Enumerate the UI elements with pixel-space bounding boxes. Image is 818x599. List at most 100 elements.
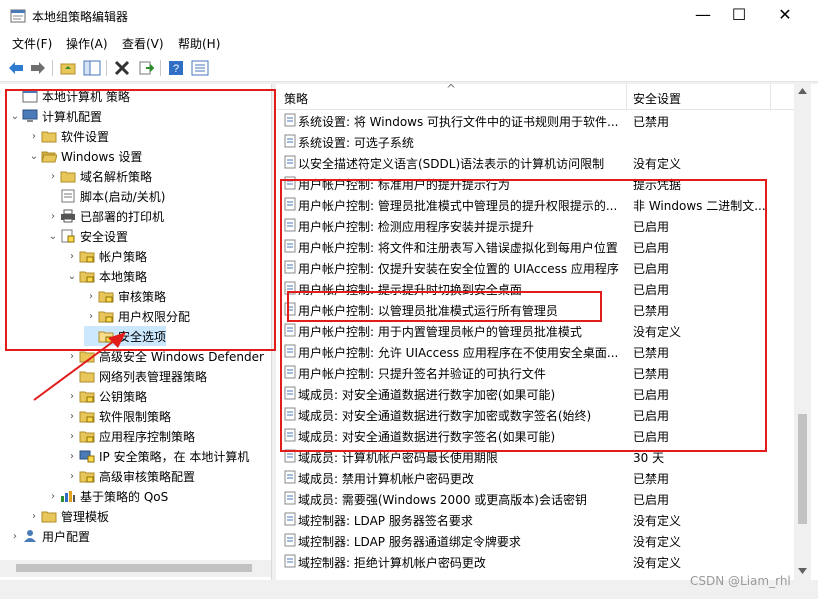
back-arrow-icon[interactable]: [6, 58, 26, 78]
expander-icon[interactable]: ›: [65, 246, 79, 266]
policy-row[interactable]: 域控制器: LDAP 服务器通道绑定令牌要求 没有定义: [276, 530, 794, 551]
policy-item-icon: [284, 176, 296, 190]
up-folder-icon[interactable]: [58, 58, 78, 78]
vertical-scroll-thumb[interactable]: [798, 414, 807, 524]
policy-row[interactable]: 用户帐户控制: 只提升签名并验证的可执行文件 已禁用: [276, 362, 794, 383]
expander-icon[interactable]: ⌄: [8, 106, 22, 126]
export-icon[interactable]: [136, 58, 156, 78]
policy-item-icon: [284, 260, 296, 274]
policy-row[interactable]: 域成员: 对安全通道数据进行数字签名(如果可能) 已启用: [276, 425, 794, 446]
forward-arrow-icon[interactable]: [28, 58, 48, 78]
tree-item-label: 脚本(启动/关机): [80, 189, 166, 204]
tree-item-label: 已部署的打印机: [80, 209, 165, 224]
tree-item[interactable]: › 审核策略: [84, 286, 166, 306]
horizontal-scrollbar[interactable]: [0, 560, 271, 577]
tree-item[interactable]: 脚本(启动/关机): [46, 186, 165, 206]
expander-icon[interactable]: ⌄: [65, 266, 79, 286]
policy-row[interactable]: 用户帐户控制: 允许 UIAccess 应用程序在不使用安全桌面... 已禁用: [276, 341, 794, 362]
tree-item[interactable]: 本地计算机 策略: [8, 86, 130, 106]
expander-icon[interactable]: ›: [84, 306, 98, 326]
expander-icon[interactable]: ›: [27, 506, 41, 526]
tree-item[interactable]: › 软件设置: [27, 126, 109, 146]
expander-icon[interactable]: ›: [46, 486, 60, 506]
vertical-scrollbar[interactable]: [794, 84, 811, 580]
delete-icon[interactable]: [112, 58, 132, 78]
policy-name: 用户帐户控制: 用于内置管理员帐户的管理员批准模式: [298, 325, 582, 339]
policy-name: 用户帐户控制: 提示提升时切换到安全桌面: [298, 283, 522, 297]
tree-item[interactable]: › 基于策略的 QoS: [46, 486, 168, 506]
policy-row[interactable]: 用户帐户控制: 以管理员批准模式运行所有管理员 已禁用: [276, 299, 794, 320]
policy-row[interactable]: 域成员: 需要强(Windows 2000 或更高版本)会话密钥 已启用: [276, 488, 794, 509]
tree-item[interactable]: › 应用程序控制策略: [65, 426, 195, 446]
help-icon[interactable]: ?: [166, 58, 186, 78]
tree-item[interactable]: › IP 安全策略，在 本地计算机: [65, 446, 249, 466]
menu-file[interactable]: 文件(F): [12, 35, 52, 52]
maximize-button[interactable]: ☐: [716, 0, 762, 30]
show-tree-icon[interactable]: [82, 58, 102, 78]
tree-item[interactable]: › 用户权限分配: [84, 306, 190, 326]
expander-icon[interactable]: ›: [65, 426, 79, 446]
list-header: 策略 ^ 安全设置: [276, 84, 794, 110]
policy-row[interactable]: 域控制器: 拒绝计算机帐户密码更改 没有定义: [276, 551, 794, 572]
policy-row[interactable]: 域成员: 对安全通道数据进行数字加密或数字签名(始终) 已启用: [276, 404, 794, 425]
policy-row[interactable]: 系统设置: 可选子系统: [276, 131, 794, 152]
properties-icon[interactable]: [190, 58, 210, 78]
tree-item[interactable]: › 软件限制策略: [65, 406, 171, 426]
tree-item-label: 基于策略的 QoS: [80, 489, 169, 504]
expander-icon[interactable]: ⌄: [46, 226, 60, 246]
policy-row[interactable]: 用户帐户控制: 管理员批准模式中管理员的提升权限提示的... 非 Windows …: [276, 194, 794, 215]
tree-item[interactable]: ⌄ 计算机配置: [8, 106, 102, 126]
expander-icon[interactable]: ›: [65, 466, 79, 486]
tree-item[interactable]: ⌄ 安全设置: [46, 226, 128, 246]
policy-name: 用户帐户控制: 允许 UIAccess 应用程序在不使用安全桌面...: [298, 346, 619, 360]
column-header-setting[interactable]: 安全设置: [633, 90, 681, 107]
tree-item-label: 本地计算机 策略: [42, 89, 130, 104]
menu-action[interactable]: 操作(A): [66, 35, 108, 52]
title-bar: 本地组策略编辑器 — ☐ ✕: [0, 0, 818, 32]
policy-row[interactable]: 域成员: 对安全通道数据进行数字加密(如果可能) 已启用: [276, 383, 794, 404]
security-setting-value: 没有定义: [633, 325, 682, 339]
horizontal-scroll-thumb[interactable]: [16, 564, 252, 572]
close-button[interactable]: ✕: [762, 0, 808, 30]
expander-icon[interactable]: ›: [65, 446, 79, 466]
policy-row[interactable]: 以安全描述符定义语言(SDDL)语法表示的计算机访问限制 没有定义: [276, 152, 794, 173]
tree-item[interactable]: › 帐户策略: [65, 246, 147, 266]
folder-lock-icon: [79, 469, 95, 483]
policy-item-icon: [284, 428, 296, 442]
window-title: 本地组策略编辑器: [32, 10, 129, 24]
tree-item[interactable]: › 管理模板: [27, 506, 109, 526]
tree-item[interactable]: › 用户配置: [8, 526, 90, 546]
expander-icon[interactable]: ›: [46, 166, 60, 186]
expander-icon[interactable]: ›: [27, 126, 41, 146]
tree-item-label: IP 安全策略，在 本地计算机: [99, 449, 250, 464]
policy-row[interactable]: 域成员: 禁用计算机帐户密码更改 已禁用: [276, 467, 794, 488]
tree-item[interactable]: ⌄ 本地策略: [65, 266, 147, 286]
tree-item[interactable]: › 已部署的打印机: [46, 206, 164, 226]
expander-icon[interactable]: ›: [8, 526, 22, 546]
policy-item-icon: [284, 113, 296, 127]
expander-icon[interactable]: ⌄: [27, 146, 41, 166]
policy-row[interactable]: 用户帐户控制: 提示提升时切换到安全桌面 已启用: [276, 278, 794, 299]
menu-help[interactable]: 帮助(H): [178, 35, 220, 52]
policy-row[interactable]: 用户帐户控制: 标准用户的提升提示行为 提示凭据: [276, 173, 794, 194]
expander-icon[interactable]: ›: [84, 286, 98, 306]
tree-item[interactable]: › 高级审核策略配置: [65, 466, 195, 486]
tree-item[interactable]: ⌄ Windows 设置: [27, 146, 143, 166]
policy-item-icon: [284, 449, 296, 463]
policy-row[interactable]: 用户帐户控制: 用于内置管理员帐户的管理员批准模式 没有定义: [276, 320, 794, 341]
policy-item-icon: [284, 302, 296, 316]
column-header-policy[interactable]: 策略: [284, 90, 308, 107]
policy-name: 用户帐户控制: 将文件和注册表写入错误虚拟化到每用户位置: [298, 241, 618, 255]
expander-icon[interactable]: ›: [65, 406, 79, 426]
expander-icon[interactable]: ›: [46, 206, 60, 226]
security-setting-value: 已禁用: [633, 367, 670, 381]
policy-row[interactable]: 系统设置: 将 Windows 可执行文件中的证书规则用于软件... 已禁用: [276, 110, 794, 131]
policy-row[interactable]: 域控制器: LDAP 服务器签名要求 没有定义: [276, 509, 794, 530]
policy-row[interactable]: 用户帐户控制: 将文件和注册表写入错误虚拟化到每用户位置 已启用: [276, 236, 794, 257]
menu-view[interactable]: 查看(V): [122, 35, 164, 52]
tree-item[interactable]: › 域名解析策略: [46, 166, 152, 186]
policy-row[interactable]: 域成员: 计算机帐户密码最长使用期限 30 天: [276, 446, 794, 467]
policy-row[interactable]: 用户帐户控制: 检测应用程序安装并提示提升 已启用: [276, 215, 794, 236]
policy-name: 域控制器: LDAP 服务器签名要求: [298, 514, 473, 528]
policy-row[interactable]: 用户帐户控制: 仅提升安装在安全位置的 UIAccess 应用程序 已启用: [276, 257, 794, 278]
